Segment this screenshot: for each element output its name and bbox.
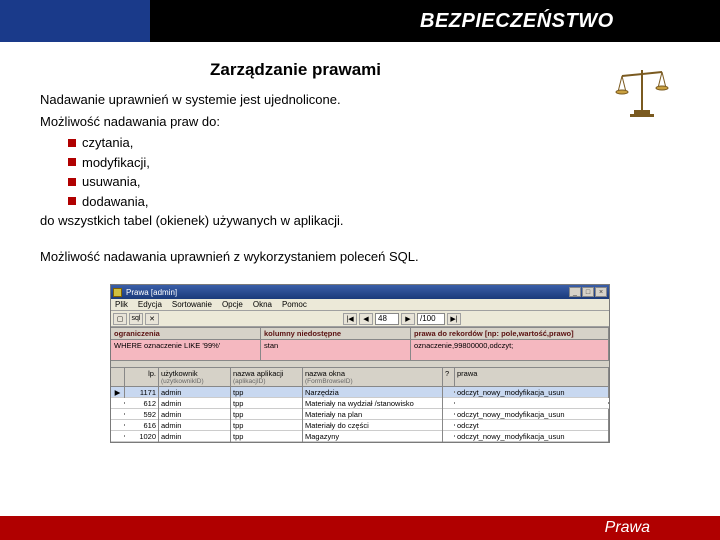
- open-button[interactable]: ▢: [113, 313, 127, 325]
- bullet-icon: [68, 158, 76, 166]
- nav-prev-button[interactable]: ◀: [359, 313, 373, 325]
- bullet-item: dodawania,: [82, 192, 149, 212]
- window-titlebar: Prawa [admin] _ □ ×: [111, 285, 609, 299]
- menu-item[interactable]: Okna: [253, 300, 272, 309]
- nav-first-button[interactable]: |◀: [343, 313, 357, 325]
- app-window: Prawa [admin] _ □ × Plik Edycja Sortowan…: [110, 284, 610, 443]
- menu-item[interactable]: Opcje: [222, 300, 243, 309]
- bullet-icon: [68, 139, 76, 147]
- intro-line-4: Możliwość nadawania uprawnień z wykorzys…: [40, 247, 680, 267]
- bullet-item: czytania,: [82, 133, 133, 153]
- scales-icon: [612, 62, 672, 122]
- menu-item[interactable]: Edycja: [138, 300, 162, 309]
- app-icon: [113, 288, 122, 297]
- grid-header: lp. użytkownik(uzytkownikID) nazwa aplik…: [111, 367, 609, 387]
- filter-rights[interactable]: oznaczenie,99800000,odczyt;: [411, 340, 609, 360]
- nav-next-button[interactable]: ▶: [401, 313, 415, 325]
- footer-bar: Prawa: [0, 516, 720, 540]
- table-row[interactable]: 616admintppMateriały do częściodczyt: [111, 420, 609, 431]
- header-accent: [0, 0, 150, 42]
- section-header-columns: kolumny niedostępne: [261, 328, 411, 339]
- filter-restrictions[interactable]: WHERE oznaczenie LIKE '99%': [111, 340, 261, 360]
- table-row[interactable]: 592admintppMateriały na planodczyt_nowy_…: [111, 409, 609, 420]
- minimize-button[interactable]: _: [569, 287, 581, 297]
- menu-item[interactable]: Pomoc: [282, 300, 307, 309]
- bullet-list: czytania, modyfikacji, usuwania, dodawan…: [68, 133, 680, 211]
- menubar: Plik Edycja Sortowanie Opcje Okna Pomoc: [111, 299, 609, 311]
- col-rights: prawa: [455, 368, 609, 386]
- col-app: nazwa aplikacji(aplikacjID): [231, 368, 303, 386]
- intro-line-3: do wszystkich tabel (okienek) używanych …: [40, 211, 680, 231]
- sql-button[interactable]: sql: [129, 313, 143, 325]
- clear-button[interactable]: ✕: [145, 313, 159, 325]
- menu-item[interactable]: Sortowanie: [172, 300, 212, 309]
- bullet-item: modyfikacji,: [82, 153, 150, 173]
- col-lp: lp.: [125, 368, 159, 386]
- intro-line-1: Nadawanie uprawnień w systemie jest ujed…: [40, 90, 680, 110]
- filter-columns[interactable]: stan: [261, 340, 411, 360]
- toolbar: ▢ sql ✕ |◀ ◀ 48 ▶ /100 ▶|: [111, 311, 609, 327]
- col-flag: ?: [443, 368, 455, 386]
- section-header-restrictions: ograniczenia: [111, 328, 261, 339]
- footer-label: Prawa: [605, 519, 650, 537]
- intro-line-2: Możliwość nadawania praw do:: [40, 112, 680, 132]
- page-total-field: /100: [417, 313, 445, 325]
- content-block: Nadawanie uprawnień w systemie jest ujed…: [40, 90, 680, 266]
- table-row[interactable]: 612admintppMateriały na wydział /stanowi…: [111, 398, 609, 409]
- bullet-icon: [68, 178, 76, 186]
- data-grid: lp. użytkownik(uzytkownikID) nazwa aplik…: [111, 367, 609, 442]
- table-row[interactable]: ▶1171admintppNarzędziaodczyt_nowy_modyfi…: [111, 387, 609, 398]
- maximize-button[interactable]: □: [582, 287, 594, 297]
- header-title: BEZPIECZEŃSTWO: [420, 10, 614, 33]
- window-title: Prawa [admin]: [126, 288, 177, 297]
- col-window: nazwa okna(FormBrowseID): [303, 368, 443, 386]
- header-bar: BEZPIECZEŃSTWO: [0, 0, 720, 42]
- bullet-icon: [68, 197, 76, 205]
- page-current-field[interactable]: 48: [375, 313, 399, 325]
- section-headers: ograniczenia kolumny niedostępne prawa d…: [111, 327, 609, 340]
- col-user: użytkownik(uzytkownikID): [159, 368, 231, 386]
- section-header-rights: prawa do rekordów [np: pole,wartość,praw…: [411, 328, 609, 339]
- bullet-item: usuwania,: [82, 172, 141, 192]
- nav-last-button[interactable]: ▶|: [447, 313, 461, 325]
- close-button[interactable]: ×: [595, 287, 607, 297]
- table-row[interactable]: 1020admintppMagazynyodczyt_nowy_modyfika…: [111, 431, 609, 442]
- menu-item[interactable]: Plik: [115, 300, 128, 309]
- filter-row: WHERE oznaczenie LIKE '99%' stan oznacze…: [111, 340, 609, 361]
